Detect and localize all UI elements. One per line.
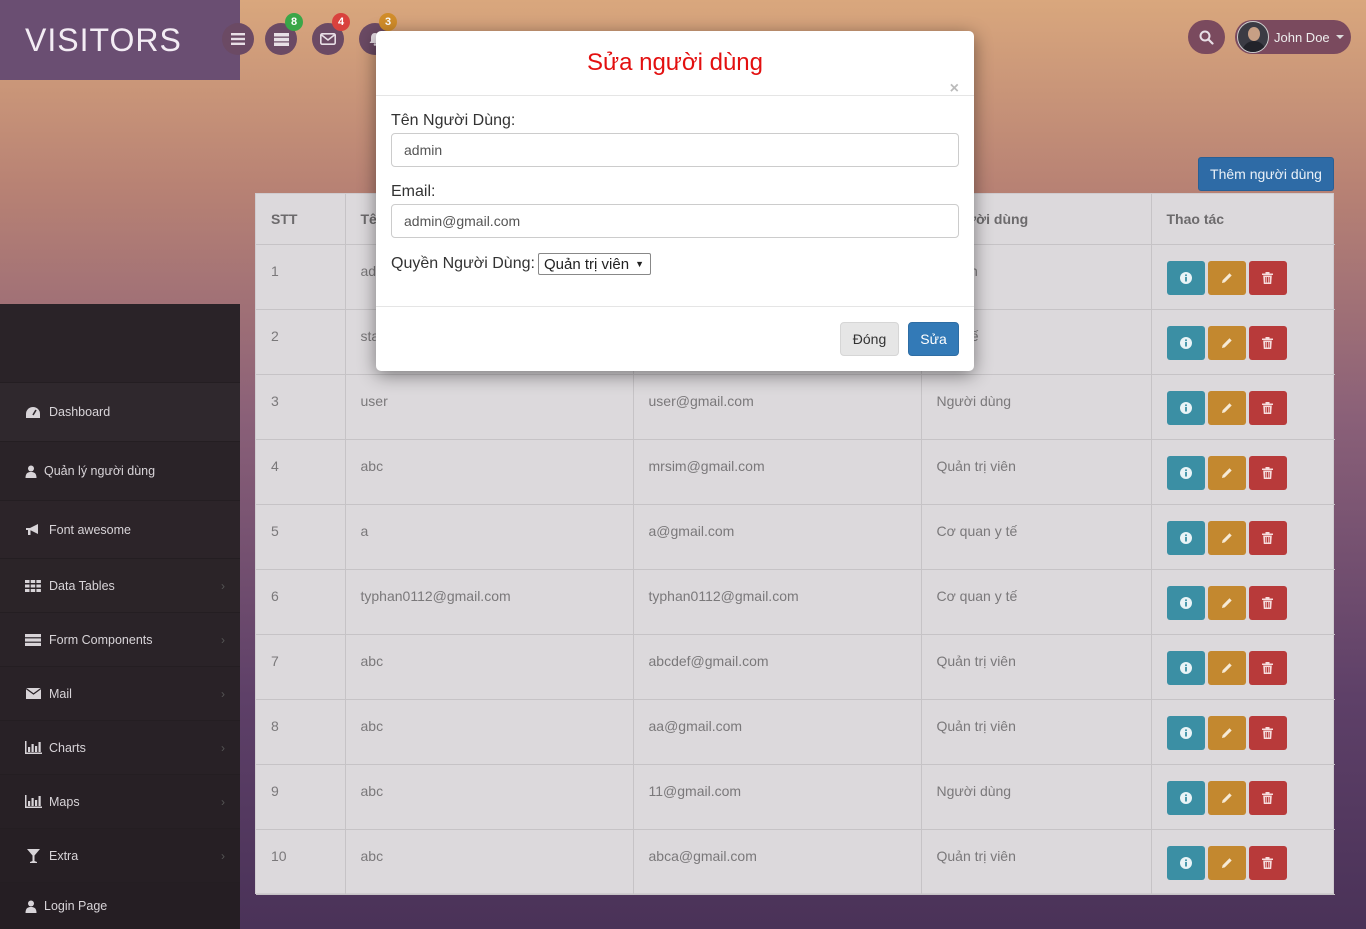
modal-header-divider xyxy=(376,95,974,96)
email-input[interactable] xyxy=(391,204,959,238)
role-select[interactable]: Quản trị viên ▼ xyxy=(538,253,651,275)
modal-footer-divider xyxy=(376,306,974,307)
role-select-value: Quản trị viên xyxy=(544,255,630,273)
role-label: Quyền Người Dùng: xyxy=(391,255,535,272)
modal-title: Sửa người dùng xyxy=(587,49,763,76)
edit-user-modal: Sửa người dùng × Tên Người Dùng: Email: … xyxy=(376,31,974,371)
username-input[interactable] xyxy=(391,133,959,167)
select-arrow-icon: ▼ xyxy=(635,259,644,269)
save-button[interactable]: Sửa xyxy=(908,322,959,356)
username-label: Tên Người Dùng: xyxy=(391,112,516,129)
email-label: Email: xyxy=(391,183,436,200)
close-button[interactable]: Đóng xyxy=(840,322,899,356)
